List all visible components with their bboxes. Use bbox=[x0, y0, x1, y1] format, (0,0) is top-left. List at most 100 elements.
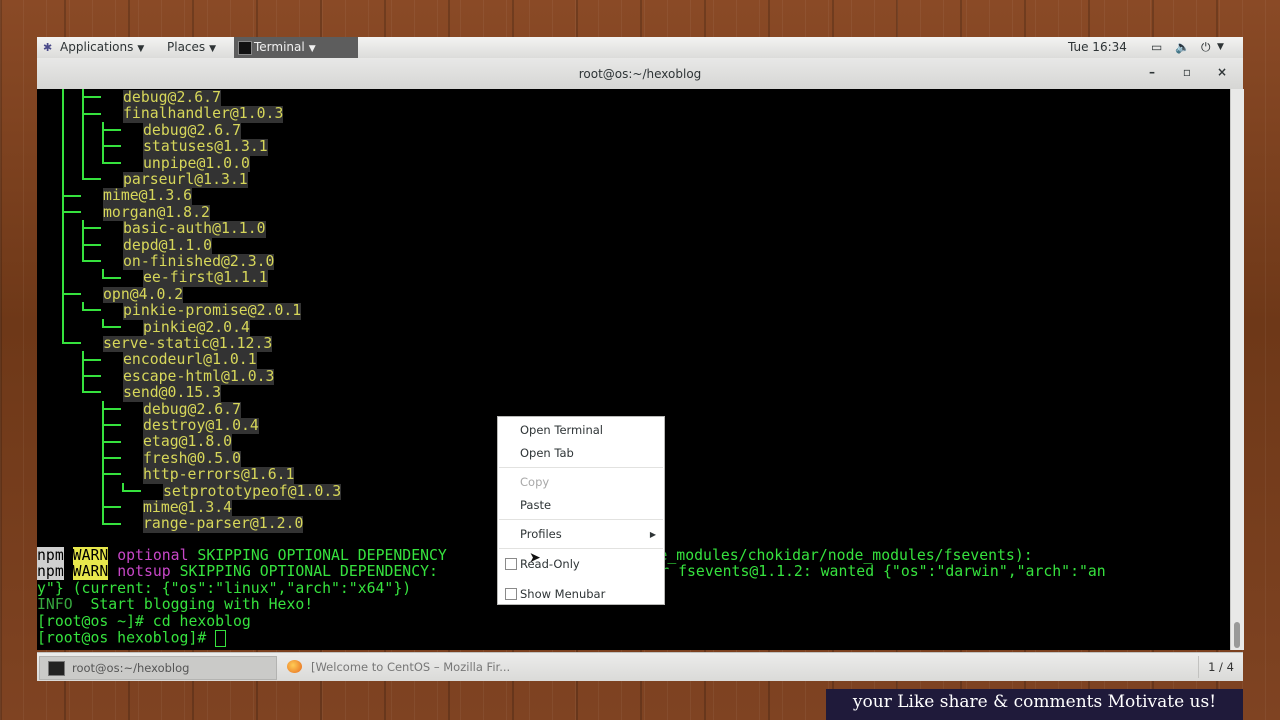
tree-branch-vertical bbox=[102, 408, 104, 427]
package-entry: debug@2.6.7 bbox=[143, 121, 241, 140]
tree-branch-vertical bbox=[62, 294, 64, 345]
context-menu: Open Terminal Open Tab Copy Paste Profil… bbox=[497, 416, 665, 605]
tree-branch-vertical bbox=[82, 376, 84, 394]
tree-branch-horizontal bbox=[103, 473, 121, 476]
tree-branch-horizontal bbox=[103, 161, 121, 164]
overlay-banner: your Like share & comments Motivate us! bbox=[826, 689, 1243, 720]
firefox-icon bbox=[287, 660, 302, 673]
package-entry: ee-first@1.1.1 bbox=[143, 269, 268, 287]
submenu-arrow-icon: ▶ bbox=[649, 530, 656, 539]
package-entry: debug@2.6.7 bbox=[123, 89, 221, 107]
read-only-checkbox[interactable] bbox=[505, 558, 517, 570]
close-button[interactable]: × bbox=[1214, 65, 1230, 79]
tree-branch-horizontal bbox=[83, 227, 101, 230]
tree-branch-vertical bbox=[102, 425, 104, 443]
package-entry: escape-html@1.0.3 bbox=[123, 367, 275, 386]
tree-branch-vertical bbox=[122, 482, 124, 492]
package-entry: unpipe@1.0.0 bbox=[143, 154, 250, 172]
tree-branch-vertical bbox=[102, 318, 104, 328]
menu-separator bbox=[499, 519, 663, 520]
tree-branch-horizontal bbox=[103, 129, 121, 131]
tree-branch-vertical bbox=[82, 113, 84, 181]
tree-branch-horizontal bbox=[123, 489, 141, 492]
terminal-icon bbox=[238, 41, 252, 55]
package-entry: http-errors@1.6.1 bbox=[143, 466, 295, 484]
tree-branch-horizontal bbox=[63, 211, 81, 213]
menu-item-paste[interactable]: Paste bbox=[520, 498, 551, 512]
package-entry: statuses@1.3.1 bbox=[143, 138, 268, 156]
gnome-foot-icon: ✱ bbox=[43, 41, 53, 54]
caret-down-icon: ▼ bbox=[209, 44, 217, 54]
top-panel: ✱ Applications ▼ Places ▼ Terminal ▼ Tue 16… bbox=[37, 37, 1243, 59]
info-line: INFO Start blogging with Hexo! bbox=[37, 596, 314, 614]
tree-branch-horizontal bbox=[103, 276, 121, 279]
taskbar-item-terminal[interactable]: root@os:~/hexoblog bbox=[39, 656, 277, 680]
tree-branch-vertical bbox=[82, 228, 84, 246]
menu-item-open-terminal[interactable]: Open Terminal bbox=[520, 423, 603, 437]
package-entry: etag@1.8.0 bbox=[143, 433, 233, 451]
tree-branch-horizontal bbox=[63, 342, 81, 345]
tree-branch-vertical bbox=[102, 146, 104, 164]
caret-down-icon[interactable]: ▼ bbox=[1217, 42, 1224, 52]
package-entry: opn@4.0.2 bbox=[103, 285, 184, 304]
taskbar-item-firefox[interactable]: [Welcome to CentOS – Mozilla Fir... bbox=[279, 656, 517, 678]
package-entry: range-parser@1.2.0 bbox=[143, 515, 304, 533]
tree-branch-horizontal bbox=[83, 112, 101, 115]
minimize-button[interactable]: – bbox=[1144, 65, 1160, 79]
tree-branch-horizontal bbox=[103, 457, 121, 459]
package-entry: setprototypeof@1.0.3 bbox=[163, 482, 342, 500]
scrollbar-thumb[interactable] bbox=[1234, 622, 1240, 648]
active-app-menu[interactable]: Terminal ▼ bbox=[234, 37, 358, 58]
package-entry: destroy@1.0.4 bbox=[143, 417, 259, 435]
window-title: root@os:~/hexoblog bbox=[578, 67, 702, 81]
workspace-pager[interactable]: 1 / 4 bbox=[1198, 656, 1243, 678]
menu-item-profiles[interactable]: Profiles bbox=[520, 527, 562, 541]
menu-item-open-tab[interactable]: Open Tab bbox=[520, 446, 574, 460]
tree-branch-vertical bbox=[82, 302, 84, 312]
tree-branch-horizontal bbox=[83, 260, 101, 263]
menu-item-show-menubar[interactable]: Show Menubar bbox=[520, 587, 605, 601]
tree-branch-horizontal bbox=[103, 325, 121, 328]
package-entry: depd@1.1.0 bbox=[123, 236, 213, 254]
terminal-scrollbar[interactable] bbox=[1230, 89, 1244, 650]
tree-branch-horizontal bbox=[103, 522, 121, 525]
package-entry: finalhandler@1.0.3 bbox=[123, 105, 284, 123]
tree-branch-vertical bbox=[102, 507, 104, 525]
tree-branch-horizontal bbox=[103, 145, 121, 148]
package-entry: pinkie@2.0.4 bbox=[143, 318, 250, 336]
window-titlebar[interactable]: root@os:~/hexoblog – ▫ × bbox=[37, 58, 1243, 90]
package-entry: morgan@1.8.2 bbox=[103, 203, 210, 222]
caret-down-icon: ▼ bbox=[308, 44, 316, 54]
tree-branch-horizontal bbox=[83, 358, 101, 361]
menu-item-copy[interactable]: Copy bbox=[520, 475, 549, 489]
text-cursor bbox=[215, 630, 227, 647]
window-list-bar: root@os:~/hexoblog [Welcome to CentOS – … bbox=[37, 652, 1243, 681]
package-entry: on-finished@2.3.0 bbox=[123, 253, 275, 271]
package-entry: pinkie-promise@2.0.1 bbox=[123, 302, 302, 320]
volume-icon[interactable]: 🔈 bbox=[1175, 40, 1190, 54]
package-entry: encodeurl@1.0.1 bbox=[123, 351, 257, 369]
terminal-icon bbox=[48, 661, 65, 676]
tree-branch-horizontal bbox=[63, 293, 81, 295]
tree-branch-vertical bbox=[102, 441, 104, 459]
tree-branch-horizontal bbox=[103, 407, 121, 410]
package-entry: debug@2.6.7 bbox=[143, 400, 241, 418]
tree-branch-vertical bbox=[82, 244, 84, 263]
applications-menu[interactable]: ✱ Applications ▼ bbox=[43, 40, 144, 54]
places-menu[interactable]: Places ▼ bbox=[167, 40, 216, 54]
tree-branch-vertical bbox=[82, 359, 84, 377]
caret-down-icon: ▼ bbox=[137, 44, 145, 54]
tree-branch-horizontal bbox=[83, 375, 101, 377]
package-entry: mime@1.3.4 bbox=[143, 499, 233, 517]
clock[interactable]: Tue 16:34 bbox=[1068, 40, 1127, 54]
package-entry: basic-auth@1.1.0 bbox=[123, 220, 266, 238]
prompt-line-2[interactable]: [root@os hexoblog]# bbox=[37, 630, 227, 647]
power-icon[interactable]: ⏻ bbox=[1201, 40, 1211, 55]
display-icon[interactable]: ▭ bbox=[1151, 40, 1162, 54]
menu-separator bbox=[499, 467, 663, 468]
show-menubar-checkbox[interactable] bbox=[505, 588, 517, 600]
tree-branch-vertical bbox=[102, 269, 104, 279]
dependency-tree: debug@2.6.7 finalhandler@1.0.3 debug@2.6.7… bbox=[37, 89, 437, 539]
tree-branch-horizontal bbox=[103, 440, 121, 443]
maximize-button[interactable]: ▫ bbox=[1179, 65, 1195, 79]
